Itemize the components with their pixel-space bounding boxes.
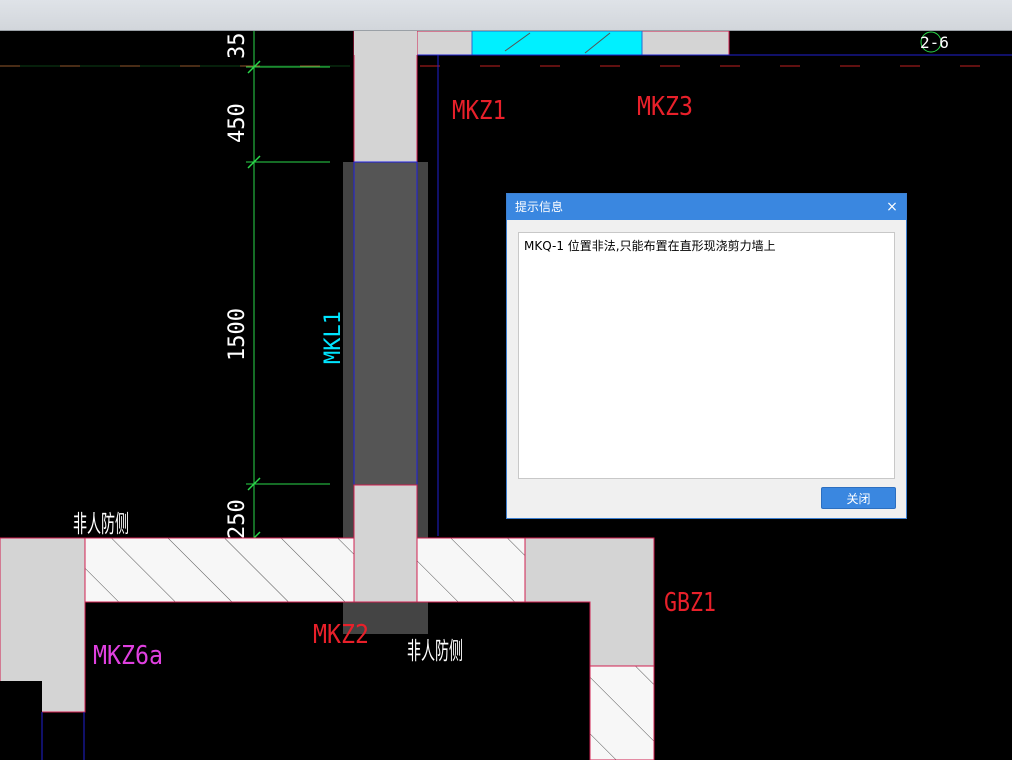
hatched-wall-left: [84, 537, 355, 603]
dialog-titlebar[interactable]: 提示信息 ×: [507, 194, 906, 220]
dialog-title: 提示信息: [515, 200, 564, 214]
left-column-notch: [0, 681, 42, 760]
gbz1-hatch: [589, 665, 655, 760]
wall-upper-corner: [354, 31, 417, 55]
gbz1-column: [524, 537, 655, 667]
dim-450: 450: [225, 103, 250, 143]
label-mkz3: MKZ3: [637, 92, 693, 122]
beam-mkl1: [353, 161, 418, 486]
label-mkz2: MKZ2: [313, 620, 369, 650]
label-mkz1: MKZ1: [452, 96, 506, 126]
label-non-blast-side-2: 非人防侧: [407, 637, 463, 665]
dim-250: 250: [225, 499, 250, 539]
top-toolbar: [0, 0, 1012, 31]
dialog-message: MKQ-1 位置非法,只能布置在直形现浇剪力墙上: [524, 239, 776, 253]
mkl1-label: MKL1: [321, 311, 346, 364]
close-icon[interactable]: ×: [884, 194, 900, 220]
dim-1500: 1500: [225, 308, 250, 361]
hatched-wall-right: [416, 537, 526, 603]
dialog-message-box[interactable]: MKQ-1 位置非法,只能布置在直形现浇剪力墙上: [518, 232, 895, 479]
close-button[interactable]: 关闭: [821, 487, 896, 509]
label-non-blast-side-1: 非人防侧: [73, 510, 129, 538]
label-gbz1: GBZ1: [664, 588, 716, 618]
message-dialog: 提示信息 × MKQ-1 位置非法,只能布置在直形现浇剪力墙上 关闭: [506, 193, 907, 519]
wall-lower: [353, 484, 418, 603]
axis-label: 2-6: [920, 33, 949, 52]
cyan-opening: [471, 31, 643, 56]
label-mkz6a: MKZ6a: [93, 641, 163, 671]
dim-35: 35: [225, 33, 250, 60]
